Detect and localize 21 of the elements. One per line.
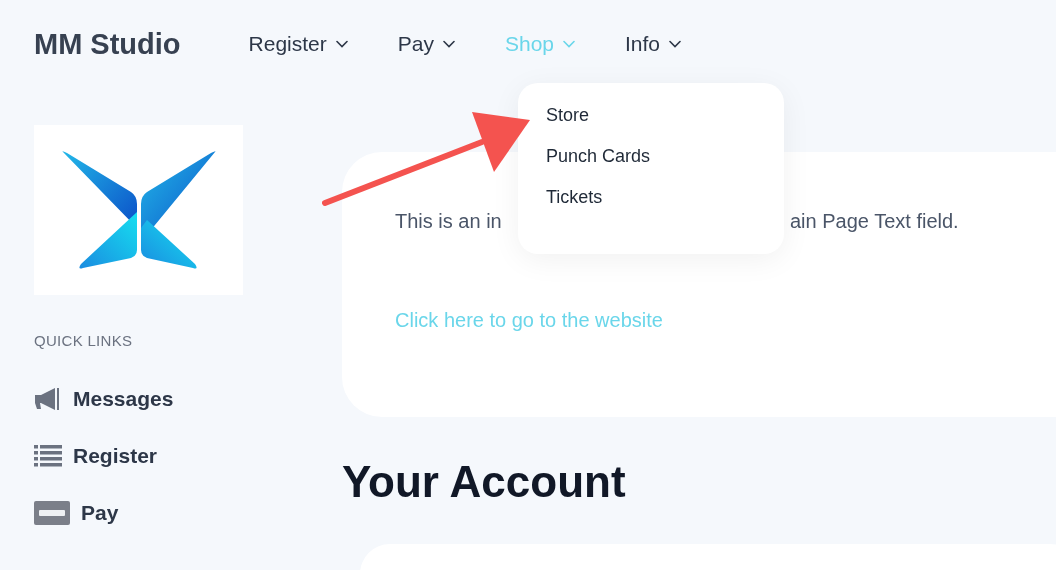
card-icon (34, 501, 70, 525)
chevron-down-icon (669, 40, 682, 48)
quick-link[interactable]: Pay (34, 501, 308, 525)
intro-text: This is an in (395, 210, 503, 233)
megaphone-icon (34, 387, 62, 411)
nav-menu-item[interactable]: Info (625, 32, 682, 56)
dropdown-item[interactable]: Store (546, 105, 590, 126)
dropdown-item[interactable]: Tickets (546, 187, 603, 208)
chevron-down-icon (563, 40, 575, 48)
quick-link[interactable]: Register (34, 444, 308, 468)
section-heading: QUICK LINKS (34, 332, 134, 349)
chevron-down-icon (442, 40, 455, 48)
quick-link[interactable]: Messages (34, 387, 308, 411)
nav-menu-item[interactable]: Register (248, 32, 348, 56)
chevron-down-icon (335, 40, 348, 48)
section-title: Your Account (342, 457, 627, 507)
intro-text: ain Page Text field. (790, 210, 960, 233)
dropdown-item[interactable]: Punch Cards (546, 146, 651, 167)
nav-menu-item[interactable]: Pay (397, 32, 455, 56)
list-icon (34, 445, 62, 467)
brand-name[interactable]: MM Studio (34, 27, 181, 61)
